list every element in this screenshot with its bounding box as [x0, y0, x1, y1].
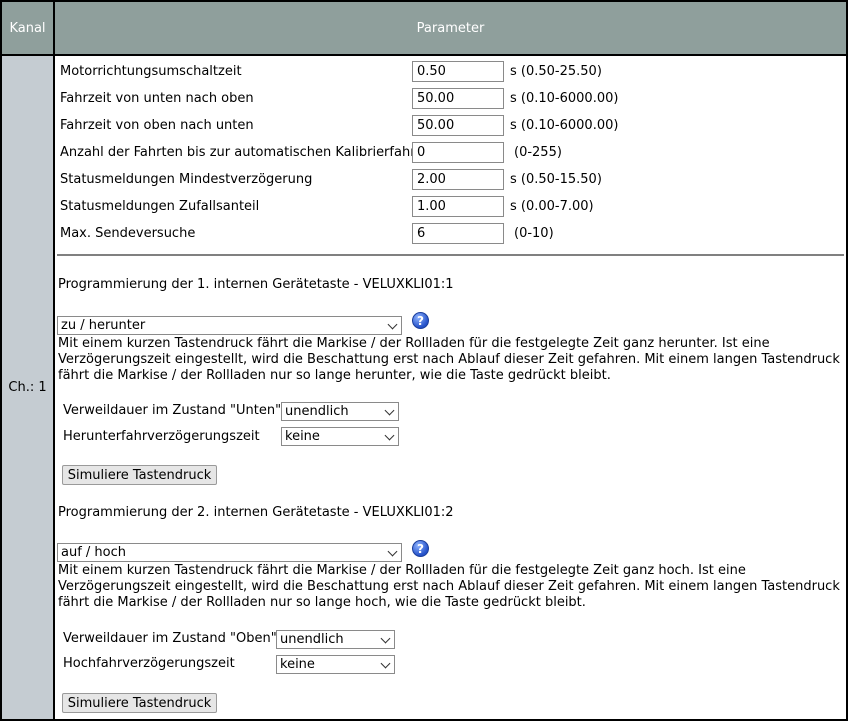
channel-label: Ch.: 1	[2, 56, 53, 719]
dwell-select-value: unendlich	[280, 632, 344, 647]
dwell-select-button2[interactable]: unendlich	[276, 630, 395, 649]
divider	[57, 254, 844, 256]
delay-select-button1[interactable]: keine	[281, 427, 399, 446]
param-input-fahrzeit-runter[interactable]	[412, 115, 504, 136]
delay-select-value: keine	[285, 429, 320, 444]
help-icon[interactable]: ?	[412, 312, 429, 329]
param-input-sendeversuche[interactable]	[412, 223, 504, 244]
chevron-down-icon	[387, 319, 398, 330]
mode-select-value: zu / herunter	[61, 318, 146, 333]
section-title-button2: Programmierung der 2. internen Gerätetas…	[58, 505, 454, 520]
chevron-down-icon	[384, 405, 395, 416]
help-icon[interactable]: ?	[412, 540, 429, 557]
param-label: Anzahl der Fahrten bis zur automatischen…	[60, 145, 421, 160]
param-label: Statusmeldungen Zufallsanteil	[60, 199, 260, 214]
param-label: Motorrichtungsumschaltzeit	[60, 64, 242, 79]
param-input-status-mindest[interactable]	[412, 169, 504, 190]
column-header-kanal: Kanal	[2, 2, 53, 54]
param-range: s (0.50-15.50)	[510, 172, 602, 187]
mode-select-button1[interactable]: zu / herunter	[57, 316, 402, 335]
param-input-fahrzeit-hoch[interactable]	[412, 88, 504, 109]
mode-select-value: auf / hoch	[61, 545, 127, 560]
param-input-kalibrierfahrt[interactable]	[412, 142, 504, 163]
param-label: Statusmeldungen Mindestverzögerung	[60, 172, 313, 187]
param-range: s (0.50-25.50)	[510, 64, 602, 79]
param-input-status-zufall[interactable]	[412, 196, 504, 217]
mode-select-button2[interactable]: auf / hoch	[57, 543, 402, 562]
param-input-motorrichtung[interactable]	[412, 61, 504, 82]
chevron-down-icon	[380, 633, 391, 644]
simulate-button-2[interactable]: Simuliere Tastendruck	[62, 693, 217, 713]
delay-label-button1: Herunterfahrverzögerungszeit	[63, 429, 260, 444]
param-range: s (0.00-7.00)	[510, 199, 594, 214]
delay-select-value: keine	[280, 657, 315, 672]
section-title-button1: Programmierung der 1. internen Gerätetas…	[58, 277, 454, 292]
param-range: s (0.10-6000.00)	[510, 118, 619, 133]
param-range: s (0.10-6000.00)	[510, 91, 619, 106]
delay-select-button2[interactable]: keine	[276, 655, 395, 674]
dwell-label-button2: Verweildauer im Zustand "Oben"	[63, 631, 277, 646]
simulate-button-1[interactable]: Simuliere Tastendruck	[62, 465, 217, 485]
column-header-parameter: Parameter	[55, 2, 846, 54]
chevron-down-icon	[380, 658, 391, 669]
param-range: (0-255)	[514, 145, 562, 160]
description-button2: Mit einem kurzen Tastendruck fährt die M…	[58, 563, 840, 610]
dwell-select-button1[interactable]: unendlich	[281, 402, 399, 421]
parameter-table: Kanal Parameter Ch.: 1 Motorrichtungsums…	[0, 0, 848, 721]
dwell-label-button1: Verweildauer im Zustand "Unten"	[63, 403, 282, 418]
param-label: Fahrzeit von oben nach unten	[60, 118, 254, 133]
param-label: Fahrzeit von unten nach oben	[60, 91, 254, 106]
chevron-down-icon	[387, 546, 398, 557]
parameter-panel: Motorrichtungsumschaltzeit s (0.50-25.50…	[55, 56, 846, 719]
param-label: Max. Sendeversuche	[60, 226, 196, 241]
chevron-down-icon	[384, 430, 395, 441]
param-range: (0-10)	[514, 226, 554, 241]
dwell-select-value: unendlich	[285, 404, 349, 419]
description-button1: Mit einem kurzen Tastendruck fährt die M…	[58, 336, 840, 383]
delay-label-button2: Hochfahrverzögerungszeit	[63, 656, 235, 671]
